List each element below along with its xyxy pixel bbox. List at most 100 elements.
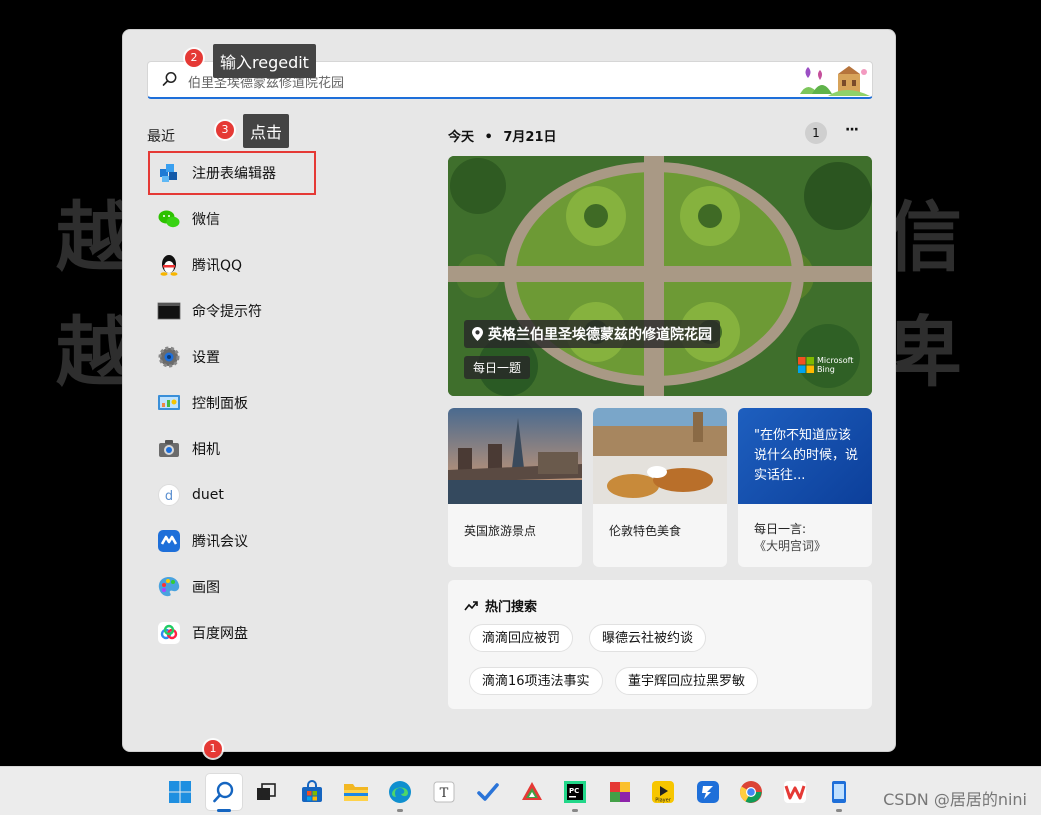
svg-text:PC: PC <box>569 787 579 795</box>
hero-tag[interactable]: 每日一题 <box>464 356 531 379</box>
taskbar-wps[interactable] <box>777 774 813 810</box>
today-label: 今天 <box>448 130 475 145</box>
hero-location-label[interactable]: 英格兰伯里圣埃德蒙兹的修道院花园 <box>464 320 720 348</box>
location-pin-icon <box>472 327 483 341</box>
taskbar-start-button[interactable] <box>162 774 198 810</box>
recent-item-label: 相机 <box>192 442 220 458</box>
command-prompt-icon <box>157 299 181 323</box>
trending-item[interactable]: 滴滴16项违法事实 <box>469 667 603 695</box>
recent-item-label: 命令提示符 <box>192 304 262 320</box>
taskbar-search-button[interactable] <box>206 774 242 812</box>
trending-item[interactable]: 滴滴回应被罚 <box>469 624 574 652</box>
file-explorer-icon <box>344 784 368 801</box>
svg-text:Player: Player <box>655 798 672 804</box>
quote-label-line2: 《大明宫词》 <box>754 539 827 553</box>
trending-card: 热门搜索 滴滴回应被罚 曝德云社被约谈 滴滴16项违法事实 董宇辉回应拉黑罗敏 <box>448 580 872 709</box>
recent-item-label: 注册表编辑器 <box>192 166 276 182</box>
baidu-netdisk-icon <box>157 621 181 645</box>
recent-item-label: 百度网盘 <box>192 626 248 642</box>
recent-item-label: duet <box>192 487 224 503</box>
recent-item-registry-editor[interactable]: 注册表编辑器 <box>147 154 337 192</box>
store-icon <box>302 780 322 802</box>
recent-item-label: 腾讯会议 <box>192 534 248 550</box>
task-view-icon <box>257 783 276 800</box>
taskbar-pycharm[interactable]: PC <box>557 774 593 812</box>
hero-location-text: 英格兰伯里圣埃德蒙兹的修道院花园 <box>488 327 712 343</box>
bing-brand-line1: Microsoft <box>817 356 854 365</box>
microsoft-logo-icon <box>798 357 814 373</box>
start-menu-panel: 伯里圣埃德蒙兹修道院花园 最近 注册表编辑器 微信 腾讯QQ 命令提示符 设置 … <box>122 29 896 752</box>
taskbar-store[interactable] <box>294 774 330 810</box>
trending-item[interactable]: 曝德云社被约谈 <box>589 624 707 652</box>
desktop-text: 信 <box>886 193 962 282</box>
recent-item-duet[interactable]: d duet <box>147 476 337 514</box>
annotation-step-1-badge: 1 <box>204 740 222 758</box>
london-bridge-photo <box>448 408 582 504</box>
taskbar-edge[interactable] <box>382 774 418 812</box>
taskbar-dingtalk[interactable] <box>690 774 726 810</box>
recent-item-qq[interactable]: 腾讯QQ <box>147 246 337 284</box>
trending-item[interactable]: 董宇辉回应拉黑罗敏 <box>615 667 759 695</box>
search-icon <box>162 72 177 86</box>
recent-section-title: 最近 <box>147 129 175 145</box>
annotation-callout-click: 点击 <box>243 114 290 148</box>
recent-item-baidu-netdisk[interactable]: 百度网盘 <box>147 614 337 652</box>
recent-item-control-panel[interactable]: 控制面板 <box>147 384 337 422</box>
news-card-uk-travel[interactable]: 英国旅游景点 <box>448 408 582 567</box>
quote-text: "在你不知道应该说什么的时候，说实话往... <box>754 428 859 483</box>
taskbar-video-player[interactable]: Player <box>645 774 681 810</box>
running-indicator <box>397 809 403 812</box>
today-date: 7月21日 <box>503 130 557 145</box>
search-icon <box>213 781 234 803</box>
recent-item-command-prompt[interactable]: 命令提示符 <box>147 292 337 330</box>
desktop-text: 卑 <box>886 308 962 397</box>
recent-item-label: 控制面板 <box>192 396 248 412</box>
recent-item-paint[interactable]: 画图 <box>147 568 337 606</box>
chrome-icon <box>740 781 762 803</box>
office-tool-icon <box>610 782 630 802</box>
annotation-callout-type-regedit: 输入regedit <box>213 44 316 78</box>
taskbar-typora[interactable]: T <box>426 774 462 810</box>
quote-label-line1: 每日一言: <box>754 522 807 536</box>
news-card-label: 伦敦特色美食 <box>609 524 682 538</box>
today-separator: • <box>484 130 493 145</box>
pycharm-icon: PC <box>564 781 586 803</box>
recent-item-wechat[interactable]: 微信 <box>147 200 337 238</box>
news-card-daily-quote[interactable]: "在你不知道应该说什么的时候，说实话往... 每日一言: 《大明宫词》 <box>738 408 872 567</box>
search-highlight-illustration-icon <box>798 64 870 96</box>
taskbar-task-view[interactable] <box>248 774 284 810</box>
running-indicator <box>572 809 578 812</box>
hero-image-card[interactable]: 英格兰伯里圣埃德蒙兹的修道院花园 每日一题 Microsoft Bing <box>448 156 872 396</box>
recent-item-label: 微信 <box>192 212 220 228</box>
recent-item-camera[interactable]: 相机 <box>147 430 337 468</box>
control-panel-icon <box>157 391 181 415</box>
paint-palette-icon <box>157 575 181 599</box>
recent-item-tencent-meeting[interactable]: 腾讯会议 <box>147 522 337 560</box>
svg-text:T: T <box>440 786 449 801</box>
dingtalk-icon <box>697 781 719 803</box>
taskbar: T PC Player CSDN @居居的nini <box>0 766 1041 815</box>
recent-item-label: 设置 <box>192 350 220 366</box>
taskbar-todo[interactable] <box>470 774 506 810</box>
running-indicator <box>836 809 842 812</box>
trending-header: 热门搜索 <box>464 596 537 615</box>
more-options-button[interactable]: ··· <box>845 122 859 138</box>
news-card-london-food[interactable]: 伦敦特色美食 <box>593 408 727 567</box>
taskbar-phone-link[interactable] <box>821 774 857 812</box>
desktop-text: 越 <box>56 308 132 397</box>
taskbar-office-tool[interactable] <box>602 774 638 810</box>
taskbar-app[interactable] <box>514 774 550 810</box>
fish-and-chips-photo <box>593 408 727 504</box>
annotation-step-3-badge: 3 <box>216 121 234 139</box>
tencent-meeting-icon <box>157 529 181 553</box>
recent-item-settings[interactable]: 设置 <box>147 338 337 376</box>
taskbar-file-explorer[interactable] <box>338 774 374 810</box>
qq-penguin-icon <box>157 253 181 277</box>
trending-up-icon <box>464 600 478 610</box>
notification-count-badge[interactable]: 1 <box>805 122 827 144</box>
bing-brand-line2: Bing <box>817 365 835 374</box>
duet-icon: d <box>157 483 181 507</box>
taskbar-chrome[interactable] <box>733 774 769 810</box>
wechat-icon <box>157 207 181 231</box>
settings-gear-icon <box>157 345 181 369</box>
